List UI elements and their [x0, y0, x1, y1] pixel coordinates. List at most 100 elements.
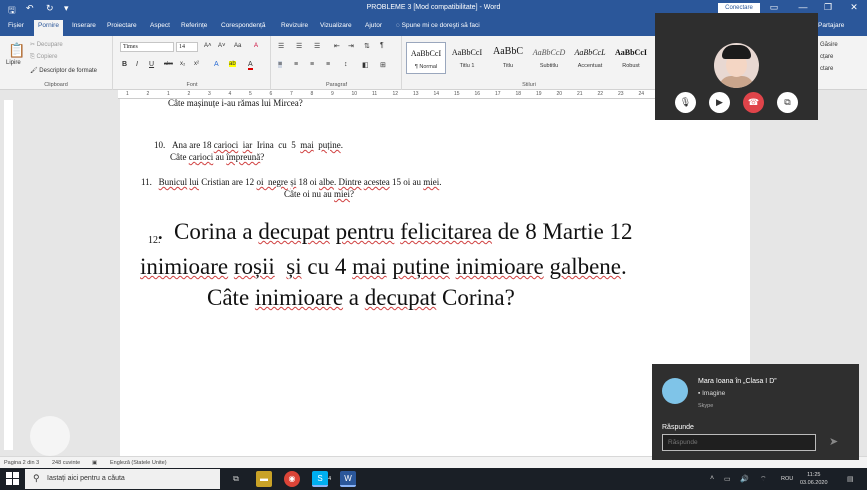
- ruler-number: 10: [351, 91, 358, 97]
- ruler-number: 23: [618, 91, 624, 97]
- ruler-number: 16: [474, 91, 481, 97]
- wifi-icon[interactable]: ⌔: [760, 475, 767, 484]
- tray-chevron-icon[interactable]: ˄: [710, 475, 714, 482]
- ribbon-options-icon[interactable]: ▭: [766, 2, 782, 13]
- spelling-dintre: Dintre: [338, 177, 362, 187]
- cut-button[interactable]: ✂ Decupare: [30, 41, 63, 48]
- tab-layout[interactable]: Aspect: [150, 22, 170, 29]
- copy-button[interactable]: ⎘ Copiere: [30, 54, 57, 61]
- ruler-number: 2: [146, 91, 150, 97]
- tab-review[interactable]: Revizuire: [281, 22, 308, 29]
- decrease-indent-icon[interactable]: ⇤: [334, 42, 340, 50]
- tab-design[interactable]: Proiectare: [107, 22, 137, 29]
- spelling-miei: miei: [423, 177, 440, 187]
- align-center-icon[interactable]: ≡: [294, 61, 298, 68]
- tab-mailings[interactable]: Corespondență: [221, 22, 265, 29]
- numbering-icon[interactable]: ☰: [296, 42, 302, 50]
- style-emphasis[interactable]: AaBbCcL Accentuat: [570, 42, 610, 74]
- replace-button[interactable]: cțare: [820, 54, 833, 60]
- language-indicator[interactable]: Engleză (Statele Unite): [110, 460, 167, 466]
- tab-file[interactable]: Fișier: [8, 22, 24, 29]
- show-formatting-icon[interactable]: ¶: [380, 42, 384, 49]
- font-size-select[interactable]: 14: [176, 42, 198, 52]
- align-left-icon[interactable]: ≡: [278, 61, 283, 68]
- tab-insert[interactable]: Inserare: [72, 22, 96, 29]
- highlight-button[interactable]: ab: [229, 61, 236, 67]
- notification-sender: Mara Ioana în „Clasa I D”: [698, 378, 777, 385]
- vertical-ruler[interactable]: [4, 100, 13, 450]
- shading-icon[interactable]: ◧: [362, 61, 369, 69]
- style-title[interactable]: AaBbC Titlu: [488, 42, 528, 74]
- minimize-icon[interactable]: —: [795, 2, 811, 12]
- close-icon[interactable]: ✕: [846, 2, 862, 13]
- style-heading-1[interactable]: AaBbCcI Titlu 1: [447, 42, 487, 74]
- font-name-select[interactable]: Times: [120, 42, 174, 52]
- skype-notification-toast[interactable]: Mara Ioana în „Clasa I D” ▪ Imagine Skyp…: [652, 364, 859, 460]
- tab-help[interactable]: Ajutor: [365, 22, 382, 29]
- strikethrough-button[interactable]: abc: [164, 61, 173, 67]
- align-right-icon[interactable]: ≡: [310, 61, 314, 68]
- multilevel-list-icon[interactable]: ☰: [314, 42, 320, 50]
- bullets-icon[interactable]: ☰: [278, 42, 284, 50]
- italic-button[interactable]: I: [136, 61, 138, 68]
- sort-icon[interactable]: ⇅: [364, 42, 370, 50]
- word-count[interactable]: 248 cuvinte: [52, 460, 80, 466]
- hang-up-button[interactable]: ☎: [743, 92, 764, 113]
- subscript-button[interactable]: x₂: [180, 61, 185, 67]
- paste-icon[interactable]: 📋: [8, 42, 25, 59]
- style-strong[interactable]: AaBbCcI Robust: [611, 42, 651, 74]
- justify-icon[interactable]: ≡: [326, 61, 330, 68]
- text-effects-button[interactable]: A: [214, 61, 219, 68]
- tab-home[interactable]: Pornire: [34, 20, 63, 36]
- send-icon[interactable]: ➤: [829, 435, 838, 448]
- word-icon[interactable]: W: [340, 471, 356, 487]
- shrink-font-icon[interactable]: A˅: [218, 43, 226, 49]
- input-language[interactable]: ROU: [781, 476, 793, 482]
- tab-references[interactable]: Referințe: [181, 22, 207, 29]
- superscript-button[interactable]: x²: [194, 61, 199, 67]
- volume-icon[interactable]: 🔊: [740, 475, 749, 483]
- network-icon[interactable]: ▭: [724, 475, 731, 483]
- bold-button[interactable]: B: [122, 61, 127, 68]
- font-color-button[interactable]: A: [248, 61, 253, 70]
- video-button[interactable]: ▶: [709, 92, 730, 113]
- proofing-icon[interactable]: ▣: [92, 460, 97, 466]
- tell-me-search[interactable]: ◌ Spune mi ce doreşti să faci: [396, 22, 480, 29]
- screen-share-button[interactable]: ⧉: [777, 92, 798, 113]
- grow-font-icon[interactable]: A˄: [204, 43, 212, 49]
- hang-up-icon: ☎: [747, 97, 760, 107]
- reply-label: Răspunde: [662, 424, 694, 431]
- system-clock[interactable]: 11:25 03.06.2020: [800, 471, 828, 487]
- change-case-icon[interactable]: Aa: [234, 43, 241, 49]
- tab-view[interactable]: Vizualizare: [320, 22, 352, 29]
- paste-button[interactable]: Lipire: [6, 60, 21, 66]
- restore-icon[interactable]: ❐: [820, 2, 836, 13]
- task-view-icon[interactable]: ⧉: [228, 471, 244, 487]
- notifications-icon[interactable]: ▤: [847, 475, 854, 483]
- line-spacing-icon[interactable]: ↕: [344, 61, 348, 68]
- file-explorer-icon[interactable]: ▬: [256, 471, 272, 487]
- share-button[interactable]: Partajare: [818, 22, 844, 29]
- borders-icon[interactable]: ⊞: [380, 61, 386, 69]
- skype-icon[interactable]: S4: [312, 471, 331, 487]
- taskbar-search-box[interactable]: ⚲ Iastați aici pentru a căuta: [25, 469, 220, 489]
- microphone-button[interactable]: 🎙: [675, 92, 696, 113]
- windows-start-icon[interactable]: [6, 472, 20, 486]
- clear-formatting-icon[interactable]: A: [254, 43, 258, 49]
- cut-off-line: Câte mașinuțe i-au rămas lui Mircea?: [168, 99, 303, 108]
- styles-group-label: Stiluri: [522, 82, 536, 88]
- find-button[interactable]: Găsire: [820, 42, 838, 48]
- select-button[interactable]: ctare: [820, 66, 833, 72]
- format-painter-button[interactable]: 🖌 Descriptor de formate: [30, 67, 97, 74]
- ruler-number: 3: [208, 91, 211, 97]
- style-subtitle[interactable]: AaBbCcD Subtitlu: [529, 42, 569, 74]
- ruler-number: 13: [413, 91, 419, 97]
- page-count[interactable]: Pagina 2 din 3: [4, 460, 39, 466]
- underline-button[interactable]: U: [149, 61, 154, 68]
- skype-call-window[interactable]: 🎙 ▶ ☎ ⧉: [655, 13, 818, 120]
- style-normal[interactable]: AaBbCcI ¶ Normal: [406, 42, 446, 74]
- chrome-icon[interactable]: ◉: [284, 471, 300, 487]
- ruler-number: 20: [556, 91, 563, 97]
- reply-input[interactable]: [662, 434, 816, 451]
- increase-indent-icon[interactable]: ⇥: [348, 42, 354, 50]
